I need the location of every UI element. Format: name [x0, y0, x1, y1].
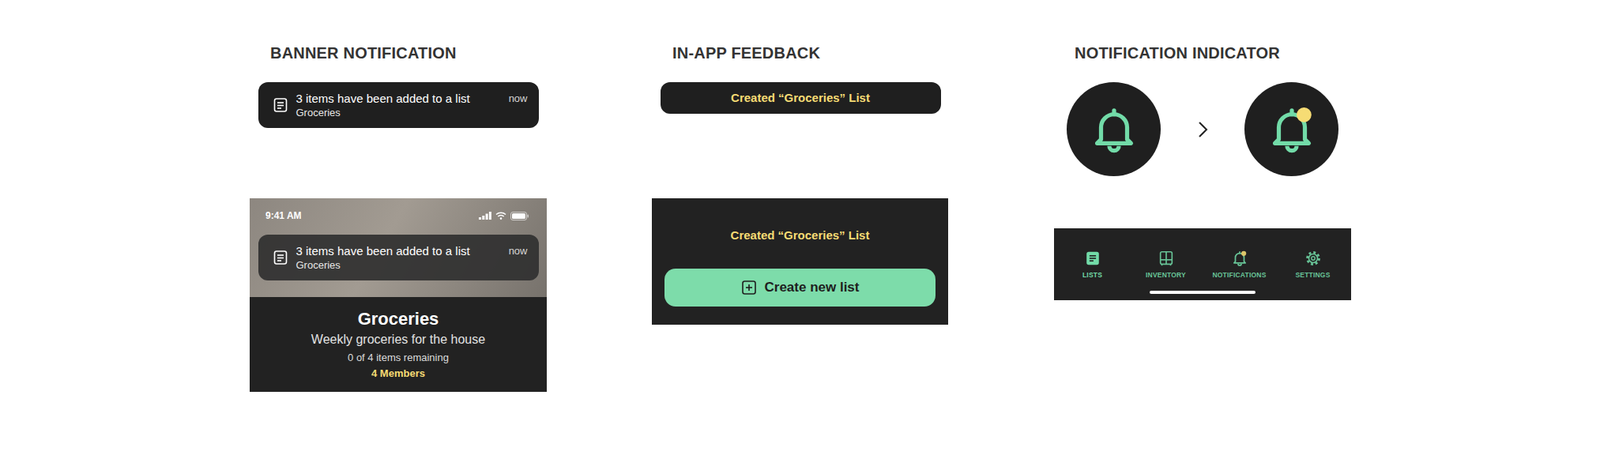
tab-list: LISTS INVENTORY NOTIFICATIONS SETTINGS	[1055, 249, 1350, 280]
banner-text: 3 items have been added to a list Grocer…	[296, 243, 501, 272]
list-title: Groceries	[257, 308, 539, 331]
list-icon	[272, 249, 289, 266]
section-heading: BANNER NOTIFICATION	[270, 44, 547, 62]
feedback-toast-text: Created “Groceries” List	[730, 226, 870, 245]
notification-indicator-section: NOTIFICATION INDICATOR LISTS INVENTORY N…	[1054, 44, 1352, 392]
unread-dot	[1296, 106, 1312, 122]
in-app-feedback-section: IN-APP FEEDBACK Created “Groceries” List…	[651, 44, 949, 392]
wifi-icon	[495, 211, 507, 220]
status-icons	[478, 211, 530, 221]
plus-square-icon	[741, 279, 757, 296]
list-icon	[1084, 249, 1102, 268]
toast-example: Created “Groceries” List	[651, 82, 949, 199]
list-info: Groceries Weekly groceries for the house…	[249, 297, 547, 392]
tab-item[interactable]: NOTIFICATIONS	[1202, 249, 1277, 280]
bell-icon	[1231, 249, 1249, 268]
banner-text: 3 items have been added to a list Grocer…	[296, 90, 501, 120]
home-indicator	[1149, 290, 1256, 294]
bell-state	[1244, 82, 1339, 177]
banner-time: now	[508, 243, 528, 259]
banner-title: 3 items have been added to a list	[296, 243, 501, 259]
bell-icon	[1088, 103, 1141, 156]
items-remaining: 0 of 4 items remaining	[257, 349, 539, 367]
tab-label: SETTINGS	[1295, 270, 1330, 280]
tab-bar: LISTS INVENTORY NOTIFICATIONS SETTINGS	[1054, 228, 1352, 301]
tab-item[interactable]: SETTINGS	[1276, 249, 1350, 280]
banner-title: 3 items have been added to a list	[296, 90, 501, 106]
status-bar: 9:41 AM	[249, 198, 547, 223]
bell-icon	[1265, 103, 1318, 156]
banner-notification-section: BANNER NOTIFICATION 3 items have been ad…	[249, 44, 547, 392]
bell-state	[1066, 82, 1161, 177]
phone-mockup: 9:41 AM 3 items have been added to a lis…	[249, 198, 547, 392]
page: BANNER NOTIFICATION 3 items have been ad…	[0, 0, 1600, 424]
signal-icon	[478, 211, 492, 220]
list-description: Weekly groceries for the house	[257, 330, 539, 350]
banner-time: now	[508, 90, 528, 106]
tab-item[interactable]: LISTS	[1055, 249, 1130, 280]
section-heading: IN-APP FEEDBACK	[672, 44, 949, 62]
tab-label: LISTS	[1082, 270, 1103, 280]
banner-subtitle: Groceries	[296, 105, 501, 120]
section-heading: NOTIFICATION INDICATOR	[1074, 44, 1352, 62]
members-link[interactable]: 4 Members	[257, 366, 539, 381]
create-list-button[interactable]: Create new list	[664, 268, 936, 307]
unread-dot	[1241, 251, 1247, 256]
gear-icon	[1304, 249, 1322, 268]
banner-notification[interactable]: 3 items have been added to a list Grocer…	[258, 82, 539, 128]
list-photo: 9:41 AM 3 items have been added to a lis…	[249, 198, 547, 298]
banner-example: 3 items have been added to a list Grocer…	[249, 82, 547, 199]
bell-states	[1054, 82, 1352, 177]
cupboard-icon	[1157, 249, 1175, 268]
battery-icon	[510, 211, 530, 221]
chevron-right-icon	[1193, 120, 1213, 140]
tab-label: NOTIFICATIONS	[1212, 270, 1266, 280]
tab-label: INVENTORY	[1145, 270, 1186, 280]
list-icon	[272, 97, 289, 113]
banner-notification[interactable]: 3 items have been added to a list Grocer…	[258, 234, 539, 281]
banner-subtitle: Groceries	[296, 258, 501, 272]
status-time: 9:41 AM	[265, 210, 302, 222]
create-list-label: Create new list	[764, 279, 860, 296]
tab-item[interactable]: INVENTORY	[1129, 249, 1203, 280]
banner-overlay: 3 items have been added to a list Grocer…	[249, 222, 547, 294]
feedback-toast: Created “Groceries” List	[660, 82, 942, 114]
feedback-panel: Created “Groceries” List Create new list	[651, 198, 949, 325]
